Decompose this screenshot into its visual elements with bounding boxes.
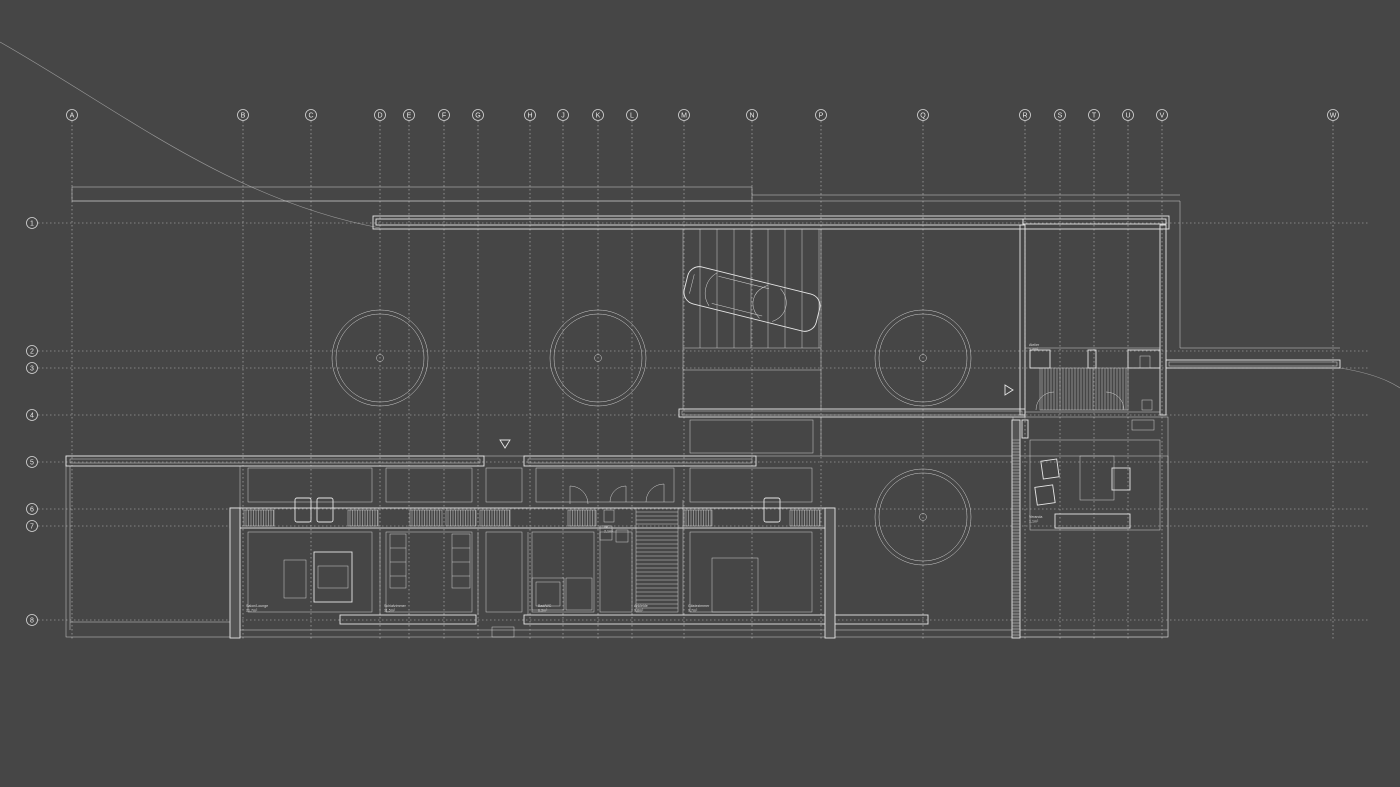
column-axis-label: W xyxy=(1330,113,1337,120)
row-axis-label: 1 xyxy=(30,221,34,228)
row-axis-label: 6 xyxy=(30,507,34,514)
car-icon xyxy=(683,266,821,332)
column-grid-lines xyxy=(71,121,1334,640)
column-axis-bubble: C xyxy=(305,109,317,121)
column-axis-bubble: H xyxy=(524,109,536,121)
column-axis-bubble: R xyxy=(1019,109,1031,121)
row-axis-labels: 1 2 3 4 5 6 7 8 xyxy=(26,217,38,626)
room-label: WC 2,1m² xyxy=(604,525,614,534)
column-axis-label: K xyxy=(596,113,601,120)
east-wing-walls xyxy=(1019,201,1341,416)
column-axis-bubble: J xyxy=(557,109,569,121)
row-axis-bubble: 6 xyxy=(26,503,38,515)
column-axis-label: S xyxy=(1058,113,1063,120)
room-label: Gästezimmer 9,7m² xyxy=(688,604,710,613)
column-axis-bubble: M xyxy=(678,109,690,121)
column-axis-label: G xyxy=(475,113,480,120)
column-axis-label: T xyxy=(1092,113,1097,120)
column-axis-bubble: L xyxy=(626,109,638,121)
column-axis-bubble: E xyxy=(403,109,415,121)
column-axis-bubble: Q xyxy=(917,109,929,121)
column-axis-bubble: F xyxy=(438,109,450,121)
column-axis-label: V xyxy=(1160,113,1165,120)
row-axis-label: 4 xyxy=(30,413,34,420)
column-axis-label: Q xyxy=(920,113,926,120)
column-axis-bubble: A xyxy=(66,109,78,121)
row-axis-bubble: 2 xyxy=(26,345,38,357)
row-axis-label: 2 xyxy=(30,349,34,356)
row-axis-label: 3 xyxy=(30,366,34,373)
site-boundary-curve xyxy=(0,41,381,229)
row-axis-bubble: 3 xyxy=(26,362,38,374)
site-boundary-curve-east xyxy=(1339,367,1400,389)
room-label: Salon/Lounge 21,7m² xyxy=(246,604,268,613)
row-axis-bubble: 7 xyxy=(26,520,38,532)
column-axis-label: D xyxy=(377,113,382,120)
entrance-arrow-icon xyxy=(499,439,511,449)
room-label: Schlafzimmer 11,5m² xyxy=(384,604,407,613)
column-axis-bubble: S xyxy=(1054,109,1066,121)
column-axis-label: H xyxy=(527,113,532,120)
column-axis-label: U xyxy=(1125,113,1130,120)
row-axis-bubble: 4 xyxy=(26,409,38,421)
glazing-band xyxy=(229,507,836,639)
column-axis-bubble: D xyxy=(374,109,386,121)
column-axis-bubble: G xyxy=(472,109,484,121)
column-axis-bubble: V xyxy=(1156,109,1168,121)
room-label: Bad/WC 6,3m² xyxy=(538,604,552,613)
column-axis-label: M xyxy=(681,113,687,120)
column-axis-label: J xyxy=(561,113,565,120)
column-axis-label: N xyxy=(749,113,754,120)
column-axis-labels: ABCDEFGHJKLMNPQRSTUVW xyxy=(66,109,1339,121)
column-axis-label: A xyxy=(70,113,75,120)
column-axis-bubble: P xyxy=(815,109,827,121)
column-axis-label: E xyxy=(407,113,412,120)
row-axis-label: 5 xyxy=(30,460,34,467)
north-wall xyxy=(372,215,1170,230)
room-label: Veranda 1,1m² xyxy=(1029,515,1042,524)
row-axis-bubble: 1 xyxy=(26,217,38,229)
column-axis-label: P xyxy=(819,113,824,120)
row-axis-label: 8 xyxy=(30,618,34,625)
column-axis-bubble: K xyxy=(592,109,604,121)
column-axis-bubble: W xyxy=(1327,109,1339,121)
row-axis-bubble: 8 xyxy=(26,614,38,626)
column-axis-label: R xyxy=(1022,113,1027,120)
trees xyxy=(331,309,972,566)
column-axis-bubble: N xyxy=(746,109,758,121)
column-axis-bubble: U xyxy=(1122,109,1134,121)
row-axis-bubble: 5 xyxy=(26,456,38,468)
column-axis-label: L xyxy=(630,113,634,120)
column-axis-bubble: B xyxy=(237,109,249,121)
column-axis-bubble: T xyxy=(1088,109,1100,121)
column-axis-label: F xyxy=(442,113,446,120)
column-axis-label: B xyxy=(241,113,246,120)
column-axis-label: C xyxy=(308,113,313,120)
east-annex xyxy=(1011,347,1169,639)
entrance-arrow-icon xyxy=(1004,384,1014,396)
courtyard-wall xyxy=(678,408,1026,456)
floor-plan-drawing: Salon/Lounge 21,7m² Schlafzimmer 11,5m² Ba… xyxy=(0,41,1400,640)
terrace-edge xyxy=(71,186,1180,202)
row-axis-label: 7 xyxy=(30,524,34,531)
